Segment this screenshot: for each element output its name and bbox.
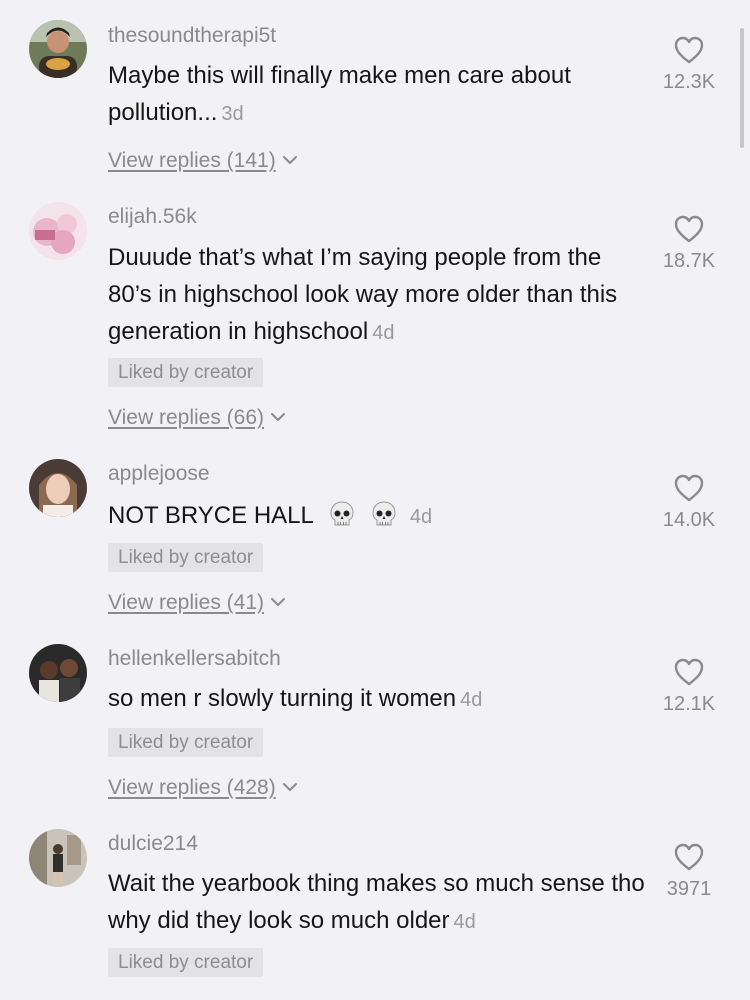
like-count: 12.1K <box>662 693 716 715</box>
view-replies-button[interactable]: View replies (41) <box>108 591 286 615</box>
chevron-down-icon <box>282 154 298 166</box>
heart-outline-icon[interactable] <box>673 842 705 872</box>
heart-outline-icon[interactable] <box>673 473 705 503</box>
comment-timestamp: 4d <box>409 506 433 528</box>
comment-text: NOT BRYCE HALL 4d <box>108 497 668 536</box>
like-count: 14.0K <box>662 509 716 531</box>
view-replies-label: View replies (66) <box>108 406 265 429</box>
liked-by-creator-badge: Liked by creator <box>108 543 264 572</box>
comment-timestamp: 4d <box>453 911 476 933</box>
comment-username[interactable]: elijah.56k <box>108 205 197 229</box>
comment-body: NOT BRYCE HALL <box>108 502 314 529</box>
comment-text: Wait the yearbook thing makes so much se… <box>108 865 663 941</box>
avatar[interactable] <box>29 459 87 517</box>
like-count: 12.3K <box>662 71 716 93</box>
comment-timestamp: 4d <box>460 689 483 711</box>
view-replies-button[interactable]: View replies (141) <box>108 149 298 173</box>
comment-timestamp: 3d <box>221 103 244 125</box>
liked-by-creator-badge: Liked by creator <box>108 728 264 757</box>
heart-outline-icon[interactable] <box>673 214 705 244</box>
scrollbar[interactable] <box>740 28 744 148</box>
liked-by-creator-badge: Liked by creator <box>108 358 264 387</box>
like-column: 12.3K <box>644 35 734 94</box>
comment-body: Wait the yearbook thing makes so much se… <box>108 870 645 934</box>
comment-text: Duuude that’s what I’m saying people fro… <box>108 239 638 352</box>
view-replies-label: View replies (41) <box>108 591 265 614</box>
comment-username[interactable]: applejoose <box>108 462 210 486</box>
chevron-down-icon <box>282 781 298 793</box>
comment-timestamp: 4d <box>372 322 395 344</box>
like-count: 18.7K <box>662 250 716 272</box>
comment-username[interactable]: hellenkellersabitch <box>108 647 281 671</box>
view-replies-button[interactable]: View replies (66) <box>108 406 286 430</box>
comment-body: Maybe this will finally make men care ab… <box>108 62 571 126</box>
comment-text: so men r slowly turning it women 4d <box>108 680 668 719</box>
heart-outline-icon[interactable] <box>673 657 705 687</box>
comment-body: so men r slowly turning it women <box>108 685 457 712</box>
view-replies-button[interactable]: View replies (428) <box>108 776 298 800</box>
avatar[interactable] <box>29 644 87 702</box>
chevron-down-icon <box>270 411 286 423</box>
comment-username[interactable]: dulcie214 <box>108 832 198 856</box>
view-replies-label: View replies (141) <box>108 149 276 172</box>
skull-emoji-icon <box>328 500 356 528</box>
heart-outline-icon[interactable] <box>673 35 705 65</box>
comment-text: Maybe this will finally make men care ab… <box>108 57 668 133</box>
comment-username[interactable]: thesoundtherapi5t <box>108 24 276 48</box>
like-column: 12.1K <box>644 657 734 716</box>
like-count: 3971 <box>666 878 712 900</box>
liked-by-creator-badge: Liked by creator <box>108 948 264 977</box>
avatar[interactable] <box>29 20 87 78</box>
like-column: 3971 <box>644 842 734 901</box>
like-column: 18.7K <box>644 214 734 273</box>
skull-emoji-icon <box>370 500 398 528</box>
avatar[interactable] <box>29 202 87 260</box>
like-column: 14.0K <box>644 473 734 532</box>
chevron-down-icon <box>270 596 286 608</box>
comment-body: Duuude that’s what I’m saying people fro… <box>108 244 618 345</box>
view-replies-label: View replies (428) <box>108 776 276 799</box>
avatar[interactable] <box>29 829 87 887</box>
